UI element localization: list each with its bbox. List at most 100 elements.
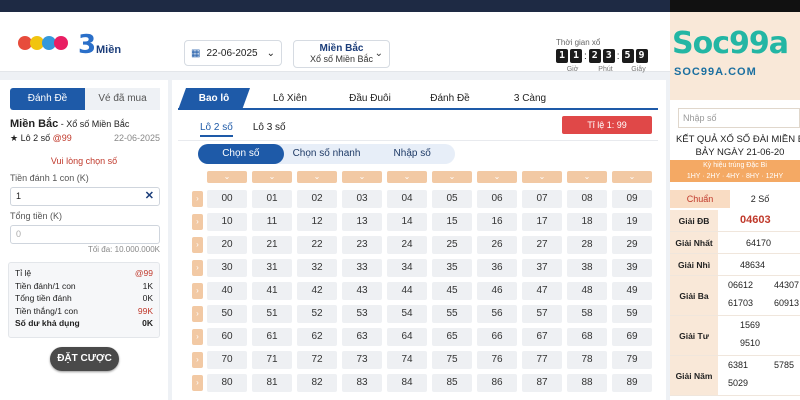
date-picker[interactable]: ▦ 22-06-2025 ⌄ xyxy=(184,40,282,66)
row-select-arrow[interactable]: › xyxy=(192,283,203,299)
column-select-chevron[interactable]: ⌄ xyxy=(612,171,652,183)
number-cell[interactable]: 79 xyxy=(612,351,652,369)
number-cell[interactable]: 71 xyxy=(252,351,292,369)
row-select-arrow[interactable]: › xyxy=(192,191,203,207)
number-cell[interactable]: 80 xyxy=(207,374,247,392)
number-cell[interactable]: 42 xyxy=(297,282,337,300)
close-icon[interactable]: ✕ xyxy=(145,188,154,205)
number-cell[interactable]: 78 xyxy=(567,351,607,369)
number-cell[interactable]: 16 xyxy=(477,213,517,231)
number-cell[interactable]: 87 xyxy=(522,374,562,392)
number-cell[interactable]: 46 xyxy=(477,282,517,300)
column-select-chevron[interactable]: ⌄ xyxy=(522,171,562,183)
number-cell[interactable]: 34 xyxy=(387,259,427,277)
mode-pick-number[interactable]: Chọn số xyxy=(198,144,284,164)
number-cell[interactable]: 67 xyxy=(522,328,562,346)
number-cell[interactable]: 30 xyxy=(207,259,247,277)
game-tab[interactable]: Đánh Đề xyxy=(410,88,490,110)
mode-quick-pick[interactable]: Chọn số nhanh xyxy=(284,144,370,164)
number-cell[interactable]: 62 xyxy=(297,328,337,346)
number-cell[interactable]: 50 xyxy=(207,305,247,323)
number-cell[interactable]: 32 xyxy=(297,259,337,277)
stake-input[interactable]: 1 ✕ xyxy=(10,187,160,206)
sponsor-banner[interactable]: Soc99a SOC99A.COM xyxy=(670,12,800,100)
number-cell[interactable]: 60 xyxy=(207,328,247,346)
number-cell[interactable]: 75 xyxy=(432,351,472,369)
region-select[interactable]: Miền Bắc Xổ số Miền Bắc ⌄ xyxy=(293,40,390,68)
number-cell[interactable]: 41 xyxy=(252,282,292,300)
tab-2-so[interactable]: 2 Số xyxy=(730,190,790,208)
number-cell[interactable]: 03 xyxy=(342,190,382,208)
column-select-chevron[interactable]: ⌄ xyxy=(252,171,292,183)
number-cell[interactable]: 11 xyxy=(252,213,292,231)
number-cell[interactable]: 22 xyxy=(297,236,337,254)
number-cell[interactable]: 77 xyxy=(522,351,562,369)
number-cell[interactable]: 66 xyxy=(477,328,517,346)
number-cell[interactable]: 55 xyxy=(432,305,472,323)
number-cell[interactable]: 47 xyxy=(522,282,562,300)
number-cell[interactable]: 82 xyxy=(297,374,337,392)
number-cell[interactable]: 29 xyxy=(612,236,652,254)
row-select-arrow[interactable]: › xyxy=(192,306,203,322)
number-cell[interactable]: 58 xyxy=(567,305,607,323)
number-cell[interactable]: 08 xyxy=(567,190,607,208)
number-cell[interactable]: 49 xyxy=(612,282,652,300)
total-input[interactable]: 0 xyxy=(10,225,160,244)
number-cell[interactable]: 57 xyxy=(522,305,562,323)
number-cell[interactable]: 43 xyxy=(342,282,382,300)
number-cell[interactable]: 76 xyxy=(477,351,517,369)
number-cell[interactable]: 14 xyxy=(387,213,427,231)
tab-standard[interactable]: Chuẩn xyxy=(670,190,730,208)
tab-place-bet[interactable]: Đánh Đề xyxy=(10,88,85,110)
number-cell[interactable]: 06 xyxy=(477,190,517,208)
number-cell[interactable]: 04 xyxy=(387,190,427,208)
number-cell[interactable]: 53 xyxy=(342,305,382,323)
number-cell[interactable]: 26 xyxy=(477,236,517,254)
number-cell[interactable]: 70 xyxy=(207,351,247,369)
number-cell[interactable]: 17 xyxy=(522,213,562,231)
number-cell[interactable]: 81 xyxy=(252,374,292,392)
game-tab[interactable]: Bao lô xyxy=(178,88,250,110)
number-cell[interactable]: 65 xyxy=(432,328,472,346)
number-cell[interactable]: 48 xyxy=(567,282,607,300)
number-cell[interactable]: 05 xyxy=(432,190,472,208)
result-search-input[interactable]: Nhập số xyxy=(678,108,800,128)
number-cell[interactable]: 89 xyxy=(612,374,652,392)
number-cell[interactable]: 40 xyxy=(207,282,247,300)
number-cell[interactable]: 44 xyxy=(387,282,427,300)
number-cell[interactable]: 85 xyxy=(432,374,472,392)
number-cell[interactable]: 68 xyxy=(567,328,607,346)
row-select-arrow[interactable]: › xyxy=(192,375,203,391)
number-cell[interactable]: 74 xyxy=(387,351,427,369)
row-select-arrow[interactable]: › xyxy=(192,237,203,253)
number-cell[interactable]: 21 xyxy=(252,236,292,254)
column-select-chevron[interactable]: ⌄ xyxy=(297,171,337,183)
place-bet-button[interactable]: ĐẶT CƯỢC xyxy=(50,347,119,371)
number-cell[interactable]: 73 xyxy=(342,351,382,369)
mode-enter-number[interactable]: Nhập số xyxy=(369,144,455,164)
game-tab[interactable]: Đầu Đuôi xyxy=(330,88,410,110)
number-cell[interactable]: 39 xyxy=(612,259,652,277)
game-tab[interactable]: 3 Càng xyxy=(490,88,570,110)
column-select-chevron[interactable]: ⌄ xyxy=(207,171,247,183)
game-tab[interactable]: Lô Xiên xyxy=(250,88,330,110)
site-logo[interactable]: 3 Miền xyxy=(18,30,121,60)
number-cell[interactable]: 15 xyxy=(432,213,472,231)
tab-lo-3-so[interactable]: Lô 3 số xyxy=(253,122,286,137)
number-cell[interactable]: 20 xyxy=(207,236,247,254)
number-cell[interactable]: 01 xyxy=(252,190,292,208)
number-cell[interactable]: 36 xyxy=(477,259,517,277)
number-cell[interactable]: 38 xyxy=(567,259,607,277)
number-cell[interactable]: 27 xyxy=(522,236,562,254)
number-cell[interactable]: 24 xyxy=(387,236,427,254)
column-select-chevron[interactable]: ⌄ xyxy=(342,171,382,183)
number-cell[interactable]: 72 xyxy=(297,351,337,369)
number-cell[interactable]: 63 xyxy=(342,328,382,346)
tab-purchased-tickets[interactable]: Vé đã mua xyxy=(85,88,160,110)
column-select-chevron[interactable]: ⌄ xyxy=(387,171,427,183)
number-cell[interactable]: 64 xyxy=(387,328,427,346)
number-cell[interactable]: 07 xyxy=(522,190,562,208)
number-cell[interactable]: 51 xyxy=(252,305,292,323)
number-cell[interactable]: 25 xyxy=(432,236,472,254)
row-select-arrow[interactable]: › xyxy=(192,329,203,345)
